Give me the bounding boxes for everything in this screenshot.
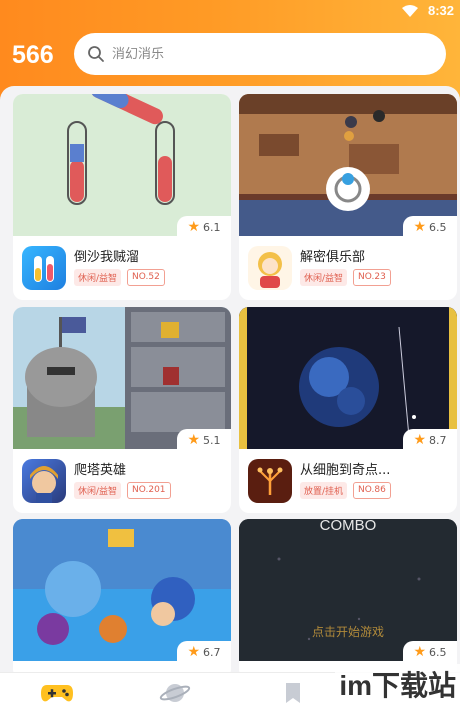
game-card[interactable]: ★ 6.7 <box>13 519 231 672</box>
rating-value: 8.7 <box>429 433 447 447</box>
game-card[interactable]: ★ 6.5 解密俱乐部 休闲/益智 NO.23 <box>239 94 457 300</box>
search-bar[interactable] <box>74 33 446 75</box>
game-title: 解密俱乐部 <box>300 250 366 265</box>
star-icon: ★ <box>187 432 201 448</box>
genre-tag: 休闲/益智 <box>300 269 348 286</box>
star-icon: ★ <box>413 432 427 448</box>
star-icon: ★ <box>413 644 427 660</box>
rank-tag: NO.86 <box>353 482 391 499</box>
app-icon <box>248 459 292 503</box>
search-input[interactable] <box>112 43 422 65</box>
genre-tag: 休闲/益智 <box>74 482 122 499</box>
rating-value: 5.1 <box>203 433 221 447</box>
rating-value: 6.7 <box>203 645 221 659</box>
rating-value: 6.1 <box>203 220 221 234</box>
wifi-icon <box>402 5 418 17</box>
status-bar: 8:32 <box>0 0 460 24</box>
game-grid: ★ 6.1 倒沙我贼溜 休闲/益智 NO.52 ★ 6.5 解密俱乐部 休闲/益… <box>0 86 460 672</box>
start-game-prompt[interactable]: 点击开始游戏 <box>239 623 457 640</box>
rating-value: 6.5 <box>429 220 447 234</box>
rating-value: 6.5 <box>429 645 447 659</box>
rating-badge: ★ 5.1 <box>177 429 231 451</box>
rating-badge: ★ 8.7 <box>403 429 457 451</box>
game-cover <box>13 307 231 449</box>
search-icon <box>88 46 104 62</box>
rating-badge: ★ 6.7 <box>177 641 231 663</box>
game-cover <box>239 307 457 449</box>
game-cover <box>13 519 231 661</box>
rating-badge: ★ 6.5 <box>403 216 457 238</box>
game-cover: COMBO 点击开始游戏 <box>239 519 457 661</box>
game-title: 从细胞到奇点... <box>300 463 391 478</box>
gamepad-icon[interactable] <box>40 681 74 705</box>
star-icon: ★ <box>413 219 427 235</box>
star-icon: ★ <box>187 219 201 235</box>
rank-tag: NO.201 <box>127 482 171 499</box>
genre-tag: 休闲/益智 <box>74 269 122 286</box>
game-card[interactable]: ★ 5.1 爬塔英雄 休闲/益智 NO.201 <box>13 307 231 513</box>
game-title: 倒沙我贼溜 <box>74 250 140 265</box>
game-card[interactable]: COMBO 点击开始游戏 ★ 6.5 <box>239 519 457 672</box>
app-logo[interactable]: 566 <box>12 41 54 70</box>
planet-icon[interactable] <box>158 681 192 705</box>
rank-tag: NO.52 <box>127 269 165 286</box>
rating-badge: ★ 6.1 <box>177 216 231 238</box>
star-icon: ★ <box>187 644 201 660</box>
bookmark-icon[interactable] <box>276 681 310 705</box>
game-title: 爬塔英雄 <box>74 463 127 478</box>
watermark: im下载站 <box>335 664 460 708</box>
rank-tag: NO.23 <box>353 269 391 286</box>
genre-tag: 放置/挂机 <box>300 482 348 499</box>
game-card[interactable]: ★ 6.1 倒沙我贼溜 休闲/益智 NO.52 <box>13 94 231 300</box>
app-icon <box>22 246 66 290</box>
app-icon <box>22 459 66 503</box>
combo-label: COMBO <box>319 519 377 534</box>
status-time: 8:32 <box>427 3 454 18</box>
rating-badge: ★ 6.5 <box>403 641 457 663</box>
game-card[interactable]: ★ 8.7 从细胞到奇点... 放置/挂机 NO.86 <box>239 307 457 513</box>
app-icon <box>248 246 292 290</box>
game-cover <box>13 94 231 236</box>
game-cover <box>239 94 457 236</box>
